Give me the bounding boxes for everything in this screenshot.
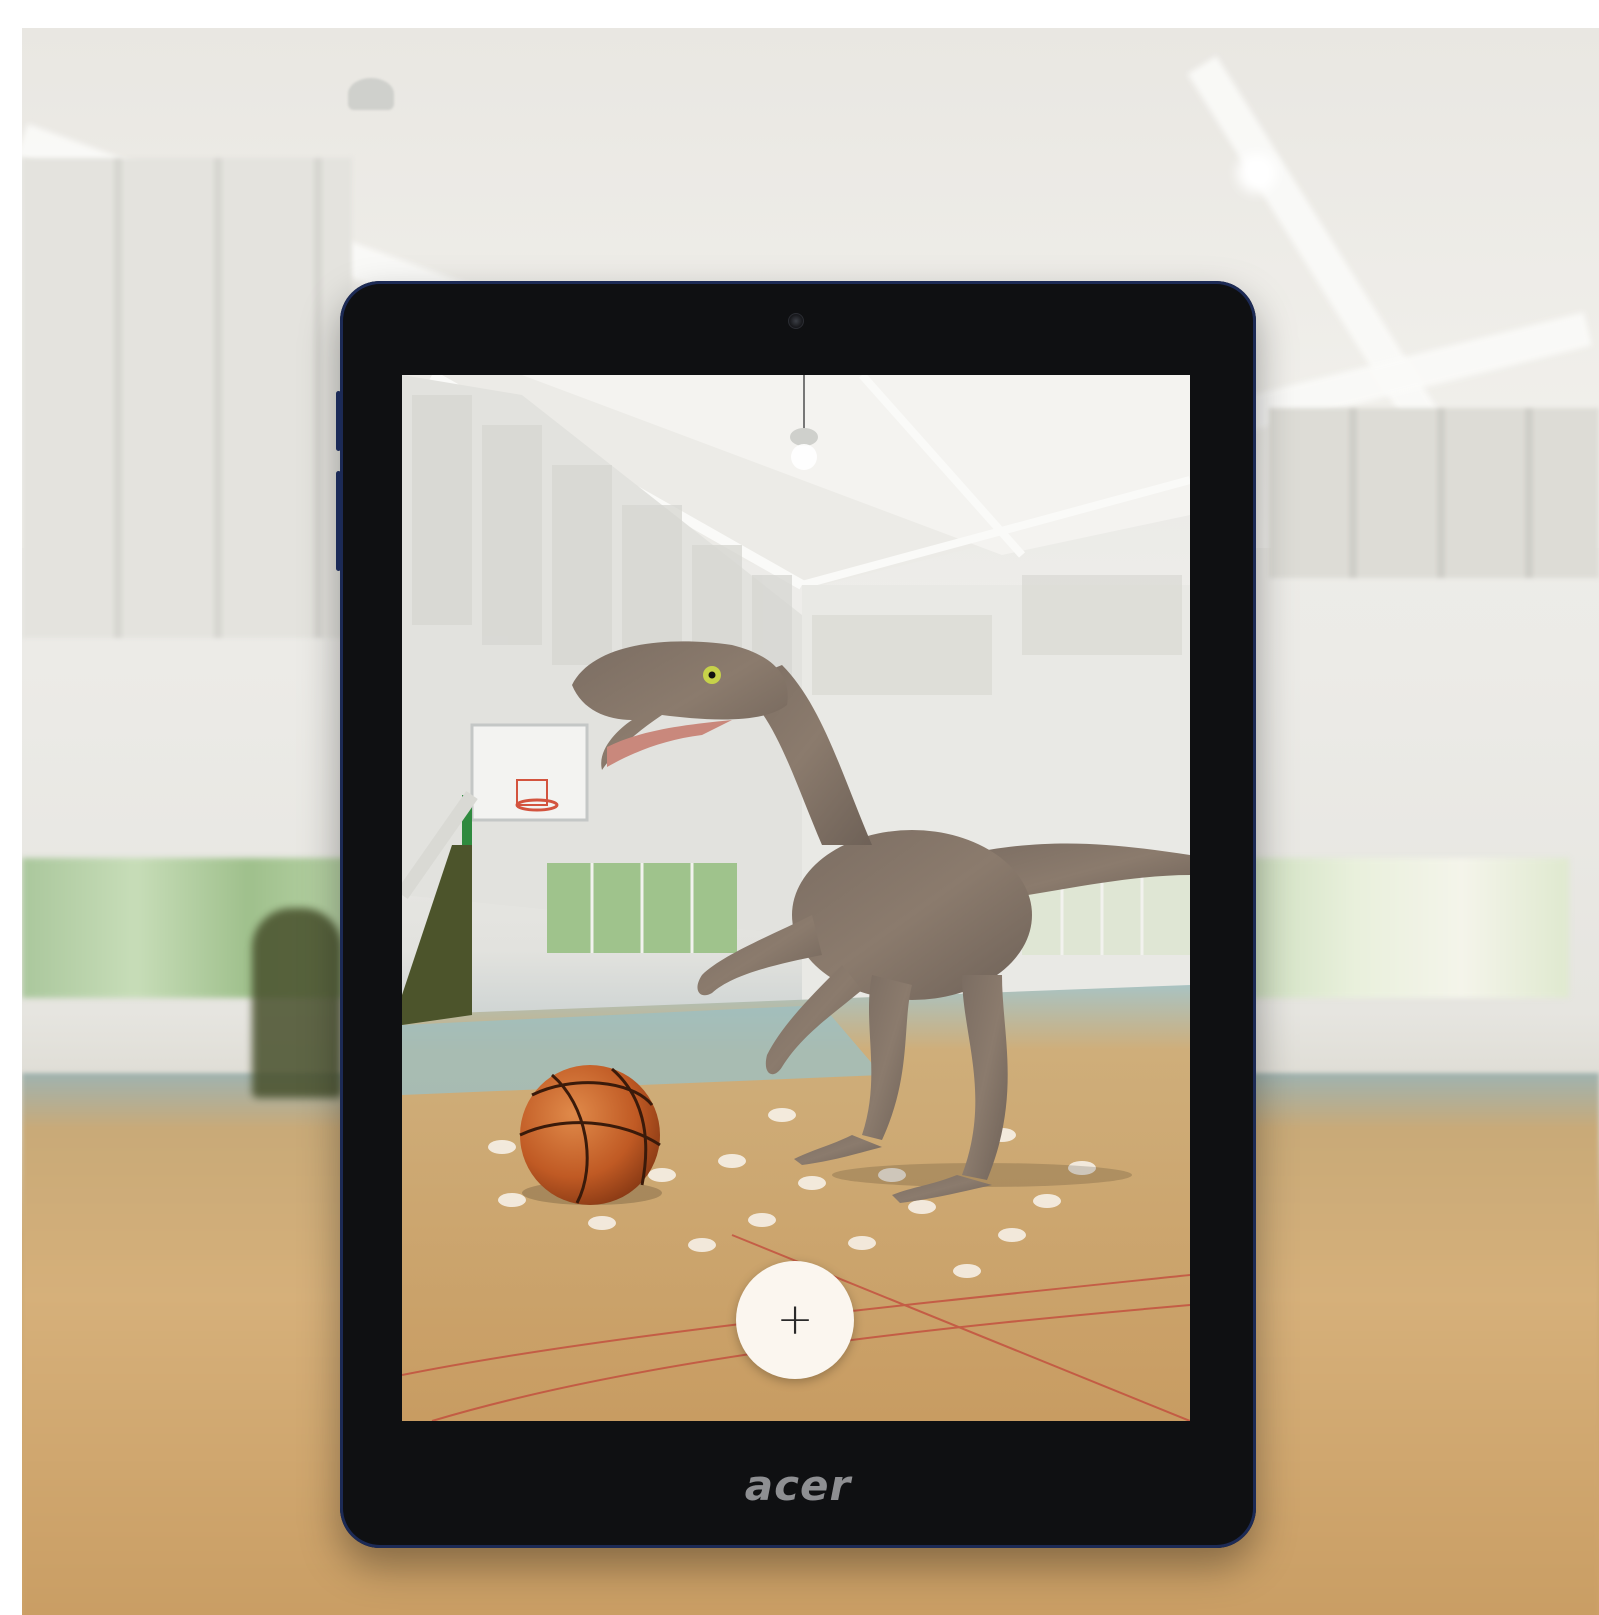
- background-wall-panels: [22, 158, 352, 638]
- ar-add-object-button[interactable]: +: [736, 1261, 854, 1379]
- tablet-brand-logo: acer: [744, 1461, 852, 1510]
- front-camera-icon: [788, 313, 804, 329]
- ar-camera-view[interactable]: +: [402, 375, 1190, 1421]
- ceiling-lamp: [348, 78, 394, 110]
- background-hoop-stand: [252, 908, 342, 1098]
- ceiling-lamp-glow: [791, 444, 817, 470]
- background-windows: [1249, 858, 1569, 998]
- plus-icon: +: [776, 1294, 814, 1345]
- ceiling-lamp: [790, 428, 818, 446]
- background-wall-panels: [1269, 408, 1599, 578]
- tablet-side-button: [336, 391, 341, 451]
- ceiling-lamp-glow: [1237, 153, 1277, 193]
- tablet-side-button: [336, 471, 341, 571]
- tablet-device: + acer: [336, 281, 1256, 1548]
